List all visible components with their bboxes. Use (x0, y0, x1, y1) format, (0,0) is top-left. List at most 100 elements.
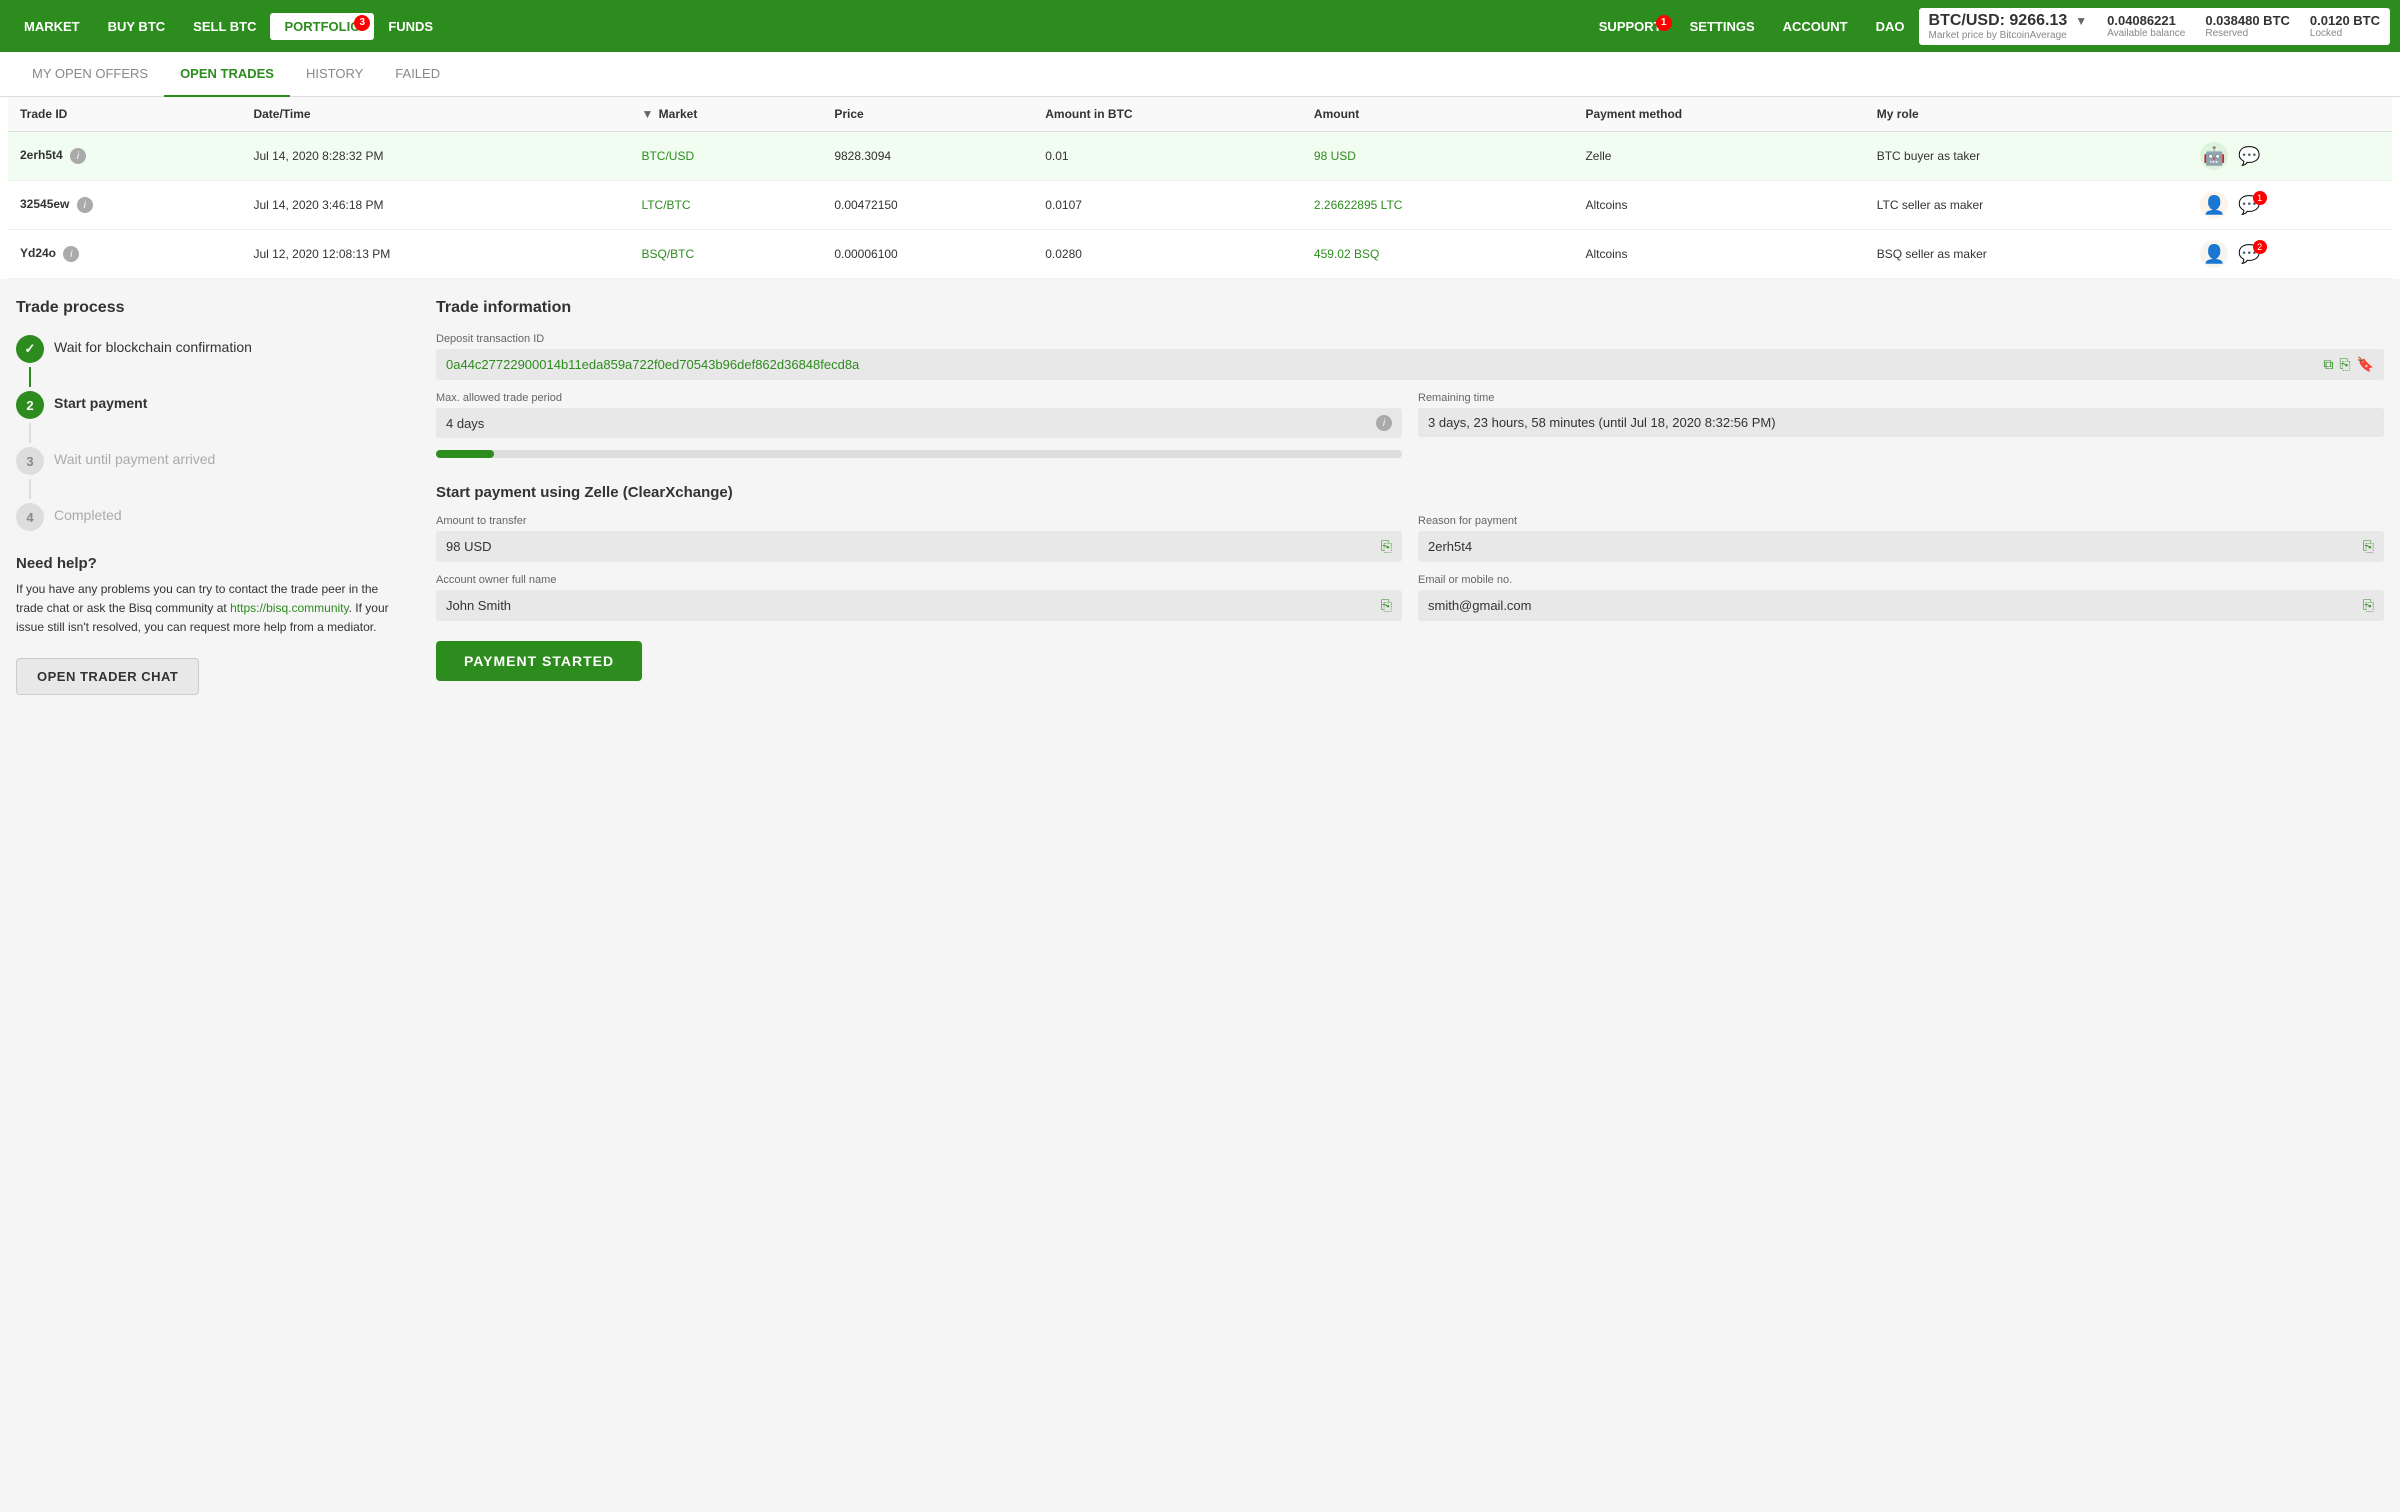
chat-icon[interactable]: 💬 (2238, 146, 2260, 167)
nav-item-support[interactable]: Support 1 (1585, 13, 1676, 40)
nav-item-sell-btc[interactable]: SELL BTC (179, 13, 270, 40)
copy-icon-email[interactable]: ⎘ (2363, 597, 2374, 614)
cell-actions: 👤 💬 2 (2188, 230, 2392, 279)
payment-started-button[interactable]: PAYMENT STARTED (436, 641, 642, 681)
max-period-label: Max. allowed trade period (436, 392, 1402, 404)
bookmark-icon[interactable]: 🔖 (2357, 356, 2374, 373)
tab-open-trades[interactable]: OPEN TRADES (164, 52, 290, 97)
sub-tabs: MY OPEN OFFERS OPEN TRADES HISTORY FAILE… (0, 52, 2400, 97)
cell-payment: Zelle (1573, 132, 1864, 181)
step-2-label: Start payment (54, 391, 147, 411)
deposit-tx-value: 0a44c27722900014b11eda859a722f0ed70543b9… (446, 357, 2317, 372)
nav-item-market[interactable]: MARKET (10, 13, 94, 40)
avatar: 🤖 (2200, 142, 2228, 170)
tab-open-offers[interactable]: MY OPEN OFFERS (16, 52, 164, 97)
nav-item-account[interactable]: Account (1769, 13, 1862, 40)
table-row[interactable]: 2erh5t4 i Jul 14, 2020 8:28:32 PM BTC/US… (8, 132, 2392, 181)
col-trade-id: Trade ID (8, 97, 241, 132)
col-role: My role (1865, 97, 2189, 132)
cell-market: BTC/USD (629, 132, 822, 181)
info-icon-period[interactable]: i (1376, 415, 1392, 431)
deposit-tx-field: 0a44c27722900014b11eda859a722f0ed70543b9… (436, 349, 2384, 380)
help-link[interactable]: https://bisq.community (230, 601, 349, 615)
amount-col: Amount to transfer 98 USD ⎘ (436, 515, 1402, 574)
max-period-col: Max. allowed trade period 4 days i (436, 392, 1402, 470)
cell-price: 9828.3094 (822, 132, 1033, 181)
remaining-value: 3 days, 23 hours, 58 minutes (until Jul … (1418, 408, 2384, 437)
price-dropdown-icon[interactable]: ▼ (2075, 14, 2087, 28)
cell-amount: 459.02 BSQ (1302, 230, 1574, 279)
cell-price: 0.00472150 (822, 181, 1033, 230)
external-link-icon[interactable]: ⧉ (2323, 356, 2333, 373)
left-panel: Trade process ✓ Wait for blockchain conf… (16, 299, 436, 695)
step-3: 3 Wait until payment arrived (16, 447, 406, 475)
step-3-circle: 3 (16, 447, 44, 475)
cell-id: 32545ew i (8, 181, 241, 230)
step-1: ✓ Wait for blockchain confirmation (16, 335, 406, 363)
cell-amount-btc: 0.0107 (1033, 181, 1302, 230)
account-name-value: John Smith (446, 598, 1375, 613)
chat-icon[interactable]: 💬 1 (2238, 195, 2260, 216)
copy-icon-amount[interactable]: ⎘ (1381, 538, 1392, 555)
step-1-circle: ✓ (16, 335, 44, 363)
top-nav: MARKET BUY BTC SELL BTC PORTFOLIO 3 FUND… (0, 0, 2400, 52)
reserved-value: 0.038480 BTC (2205, 13, 2290, 28)
col-price: Price (822, 97, 1033, 132)
cell-actions: 🤖 💬 (2188, 132, 2392, 181)
trade-id-value: 2erh5t4 (20, 148, 63, 162)
amount-reason-row: Amount to transfer 98 USD ⎘ Reason for p… (436, 515, 2384, 574)
table-row[interactable]: 32545ew i Jul 14, 2020 3:46:18 PM LTC/BT… (8, 181, 2392, 230)
info-icon[interactable]: i (77, 197, 93, 213)
support-badge: 1 (1656, 15, 1672, 31)
copy-icon-reason[interactable]: ⎘ (2363, 538, 2374, 555)
tab-failed[interactable]: FAILED (379, 52, 456, 97)
sort-arrow: ▼ (641, 107, 653, 121)
reason-label: Reason for payment (1418, 515, 2384, 527)
col-market[interactable]: ▼ Market (629, 97, 822, 132)
col-actions (2188, 97, 2392, 132)
table-row[interactable]: Yd24o i Jul 12, 2020 12:08:13 PM BSQ/BTC… (8, 230, 2392, 279)
locked-label: Locked (2310, 28, 2380, 39)
portfolio-badge: 3 (354, 15, 370, 31)
available-balance-value: 0.04086221 (2107, 13, 2185, 28)
account-email-row: Account owner full name John Smith ⎘ Ema… (436, 574, 2384, 633)
progress-fill (436, 450, 494, 458)
reason-value: 2erh5t4 (1428, 539, 2357, 554)
price-sub: Market price by BitcoinAverage (1929, 30, 2088, 41)
trades-table: Trade ID Date/Time ▼ Market Price Amount… (8, 97, 2392, 279)
open-trader-chat-button[interactable]: OPEN TRADER CHAT (16, 658, 199, 695)
reserved-label: Reserved (2205, 28, 2290, 39)
nav-item-funds[interactable]: FUNDS (374, 13, 447, 40)
cell-price: 0.00006100 (822, 230, 1033, 279)
cell-id: Yd24o i (8, 230, 241, 279)
step-1-label: Wait for blockchain confirmation (54, 335, 252, 355)
progress-bar (436, 450, 1402, 458)
nav-item-dao[interactable]: DAO (1862, 13, 1919, 40)
copy-icon-account[interactable]: ⎘ (1381, 597, 1392, 614)
cell-actions: 👤 💬 1 (2188, 181, 2392, 230)
col-amount: Amount (1302, 97, 1574, 132)
nav-item-portfolio[interactable]: PORTFOLIO 3 (270, 13, 374, 40)
cell-payment: Altcoins (1573, 230, 1864, 279)
info-icon[interactable]: i (70, 148, 86, 164)
chat-badge: 2 (2253, 240, 2267, 254)
remaining-col: Remaining time 3 days, 23 hours, 58 minu… (1418, 392, 2384, 470)
info-icon[interactable]: i (63, 246, 79, 262)
period-row: Max. allowed trade period 4 days i Remai… (436, 392, 2384, 470)
check-icon: ✓ (25, 341, 36, 357)
cell-datetime: Jul 14, 2020 3:46:18 PM (241, 181, 629, 230)
cell-amount: 98 USD (1302, 132, 1574, 181)
chat-icon[interactable]: 💬 2 (2238, 244, 2260, 265)
avatar: 👤 (2200, 240, 2228, 268)
nav-item-settings[interactable]: Settings (1676, 13, 1769, 40)
help-text: If you have any problems you can try to … (16, 580, 406, 638)
avatar: 👤 (2200, 191, 2228, 219)
copy-icon-tx[interactable]: ⎘ (2339, 356, 2350, 373)
cell-amount: 2.26622895 LTC (1302, 181, 1574, 230)
trade-id-value: 32545ew (20, 197, 69, 211)
account-col: Account owner full name John Smith ⎘ (436, 574, 1402, 633)
cell-role: BSQ seller as maker (1865, 230, 2189, 279)
nav-item-buy-btc[interactable]: BUY BTC (94, 13, 180, 40)
tab-history[interactable]: HISTORY (290, 52, 379, 97)
col-payment: Payment method (1573, 97, 1864, 132)
